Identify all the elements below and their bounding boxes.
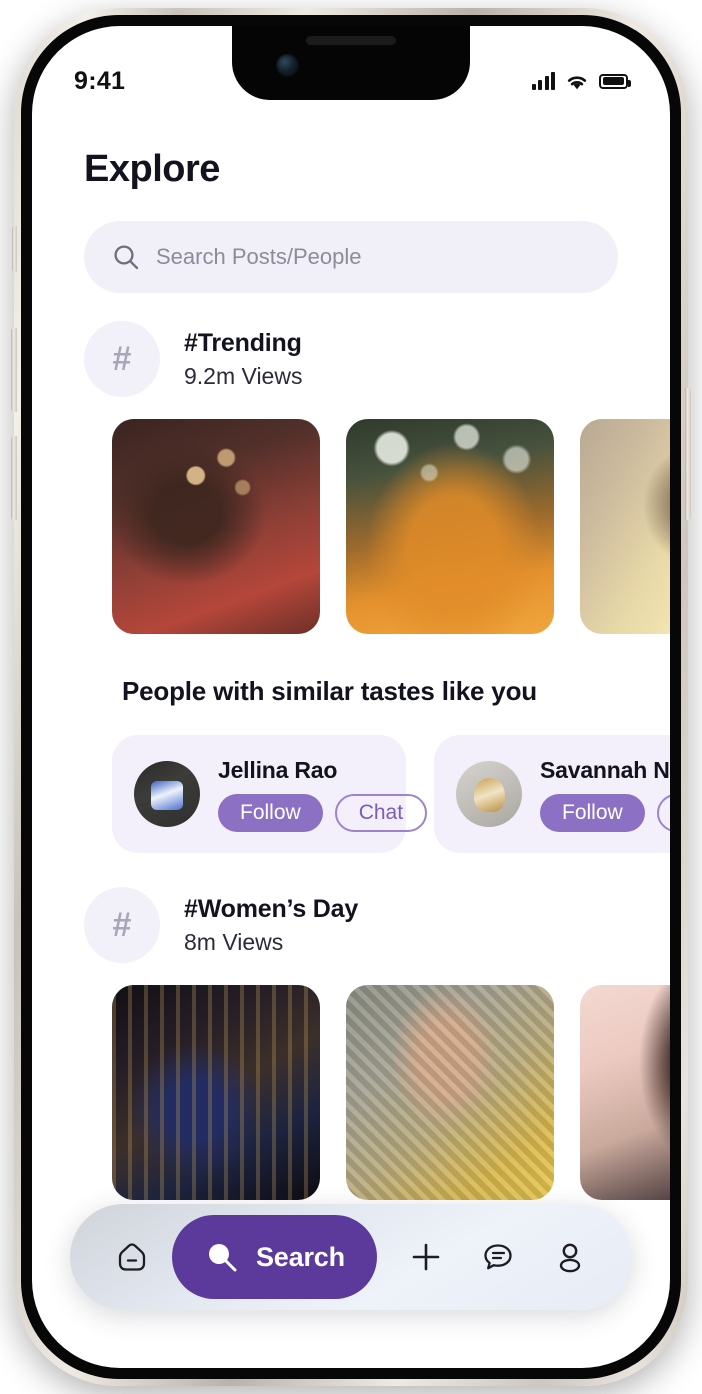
explore-screen: Explore # #Trending 9.2m Views — [32, 26, 670, 1368]
nav-secondary-actions — [377, 1236, 606, 1278]
search-bar[interactable] — [84, 221, 618, 293]
wifi-icon — [567, 75, 587, 89]
phone-screen: 9:41 Explore Search Posts/People # #Tren… — [32, 26, 670, 1368]
photo-woman-yellow-gown[interactable] — [580, 419, 670, 634]
hashtag-icon: # — [84, 887, 160, 963]
search-icon — [114, 245, 139, 270]
person-name: Jellina Rao — [218, 756, 338, 783]
person-info: Savannah Nguyen Follow Chat — [540, 757, 670, 832]
person-actions: Follow Chat — [540, 793, 670, 832]
nav-chat-button[interactable] — [477, 1236, 519, 1278]
photo-woman-orange-saree[interactable] — [346, 419, 554, 634]
chat-button[interactable]: Chat — [334, 793, 428, 832]
battery-icon — [599, 73, 631, 89]
photo-woman-yellow-portrait[interactable] — [346, 985, 554, 1200]
profile-icon — [560, 1243, 581, 1273]
cellular-bars-icon — [531, 72, 555, 90]
avatar — [456, 761, 522, 827]
photo-row-trending[interactable] — [32, 397, 670, 634]
person-card[interactable]: Savannah Nguyen Follow Chat — [434, 735, 670, 853]
photo-woman-blue-gown[interactable] — [112, 985, 320, 1200]
person-actions: Follow Chat — [218, 793, 428, 832]
home-icon — [118, 1243, 146, 1271]
avatar — [134, 761, 200, 827]
earpiece-speaker-icon — [306, 36, 396, 45]
power-button[interactable] — [685, 388, 691, 520]
people-section-title: People with similar tastes like you — [122, 676, 537, 706]
status-time: 9:41 — [74, 66, 126, 95]
nav-search-label: Search — [256, 1241, 345, 1272]
photo-woman-pink-backdrop[interactable] — [580, 985, 670, 1200]
person-card[interactable]: Jellina Rao Follow Chat — [112, 735, 428, 853]
search-icon — [209, 1244, 237, 1272]
volume-up-button[interactable] — [11, 328, 17, 412]
hashtag-views: 8m Views — [184, 928, 284, 955]
nav-profile-button[interactable] — [550, 1237, 590, 1277]
hashtag-icon: # — [84, 321, 160, 397]
phone-body: 9:41 Explore Search Posts/People # #Tren… — [11, 15, 691, 1379]
page-title: Explore — [84, 148, 220, 190]
chat-bubble-icon — [484, 1244, 513, 1270]
section-header-trending[interactable]: # #Trending 9.2m Views — [32, 293, 670, 397]
phone-frame: 9:41 Explore Search Posts/People # #Tren… — [11, 8, 691, 1386]
hashtag-title: #Women’s Day — [184, 894, 359, 923]
person-info: Jellina Rao Follow Chat — [218, 756, 428, 832]
status-icons — [531, 72, 631, 91]
search-input[interactable] — [156, 244, 590, 270]
section-header-womens-day[interactable]: # #Women’s Day 8m Views — [32, 853, 670, 963]
volume-down-button[interactable] — [11, 436, 17, 520]
chat-button[interactable]: Chat — [656, 793, 670, 832]
people-row[interactable]: Jellina Rao Follow Chat Savannah Nguyen — [32, 707, 670, 853]
front-camera-icon — [276, 54, 299, 77]
photo-woman-red-outfit[interactable] — [112, 419, 320, 634]
notch — [232, 26, 470, 100]
hashtag-views: 9.2m Views — [184, 362, 303, 389]
photo-row-womens-day[interactable] — [32, 963, 670, 1200]
bottom-navigation-bar: Search — [70, 1204, 632, 1310]
hashtag-title: #Trending — [184, 328, 302, 357]
follow-button[interactable]: Follow — [218, 793, 323, 832]
nav-add-button[interactable] — [406, 1237, 446, 1277]
plus-icon — [413, 1243, 440, 1271]
follow-button[interactable]: Follow — [540, 793, 645, 832]
mute-switch-button[interactable] — [12, 226, 17, 272]
person-name: Savannah Nguyen — [540, 756, 670, 783]
nav-search-button[interactable]: Search — [172, 1215, 377, 1299]
nav-home-button[interactable] — [96, 1236, 168, 1278]
